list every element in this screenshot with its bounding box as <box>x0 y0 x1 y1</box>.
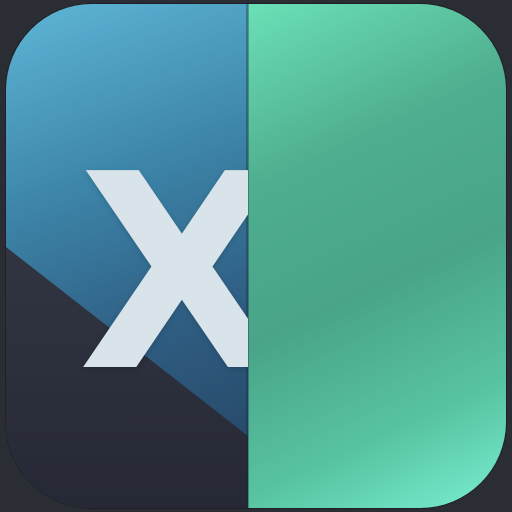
icon-background: X <box>0 0 512 512</box>
letter-clip: X <box>6 4 248 508</box>
app-icon-tile[interactable]: X <box>6 4 506 508</box>
letter-x-glyph: X <box>78 116 248 431</box>
right-green-panel <box>248 4 506 508</box>
